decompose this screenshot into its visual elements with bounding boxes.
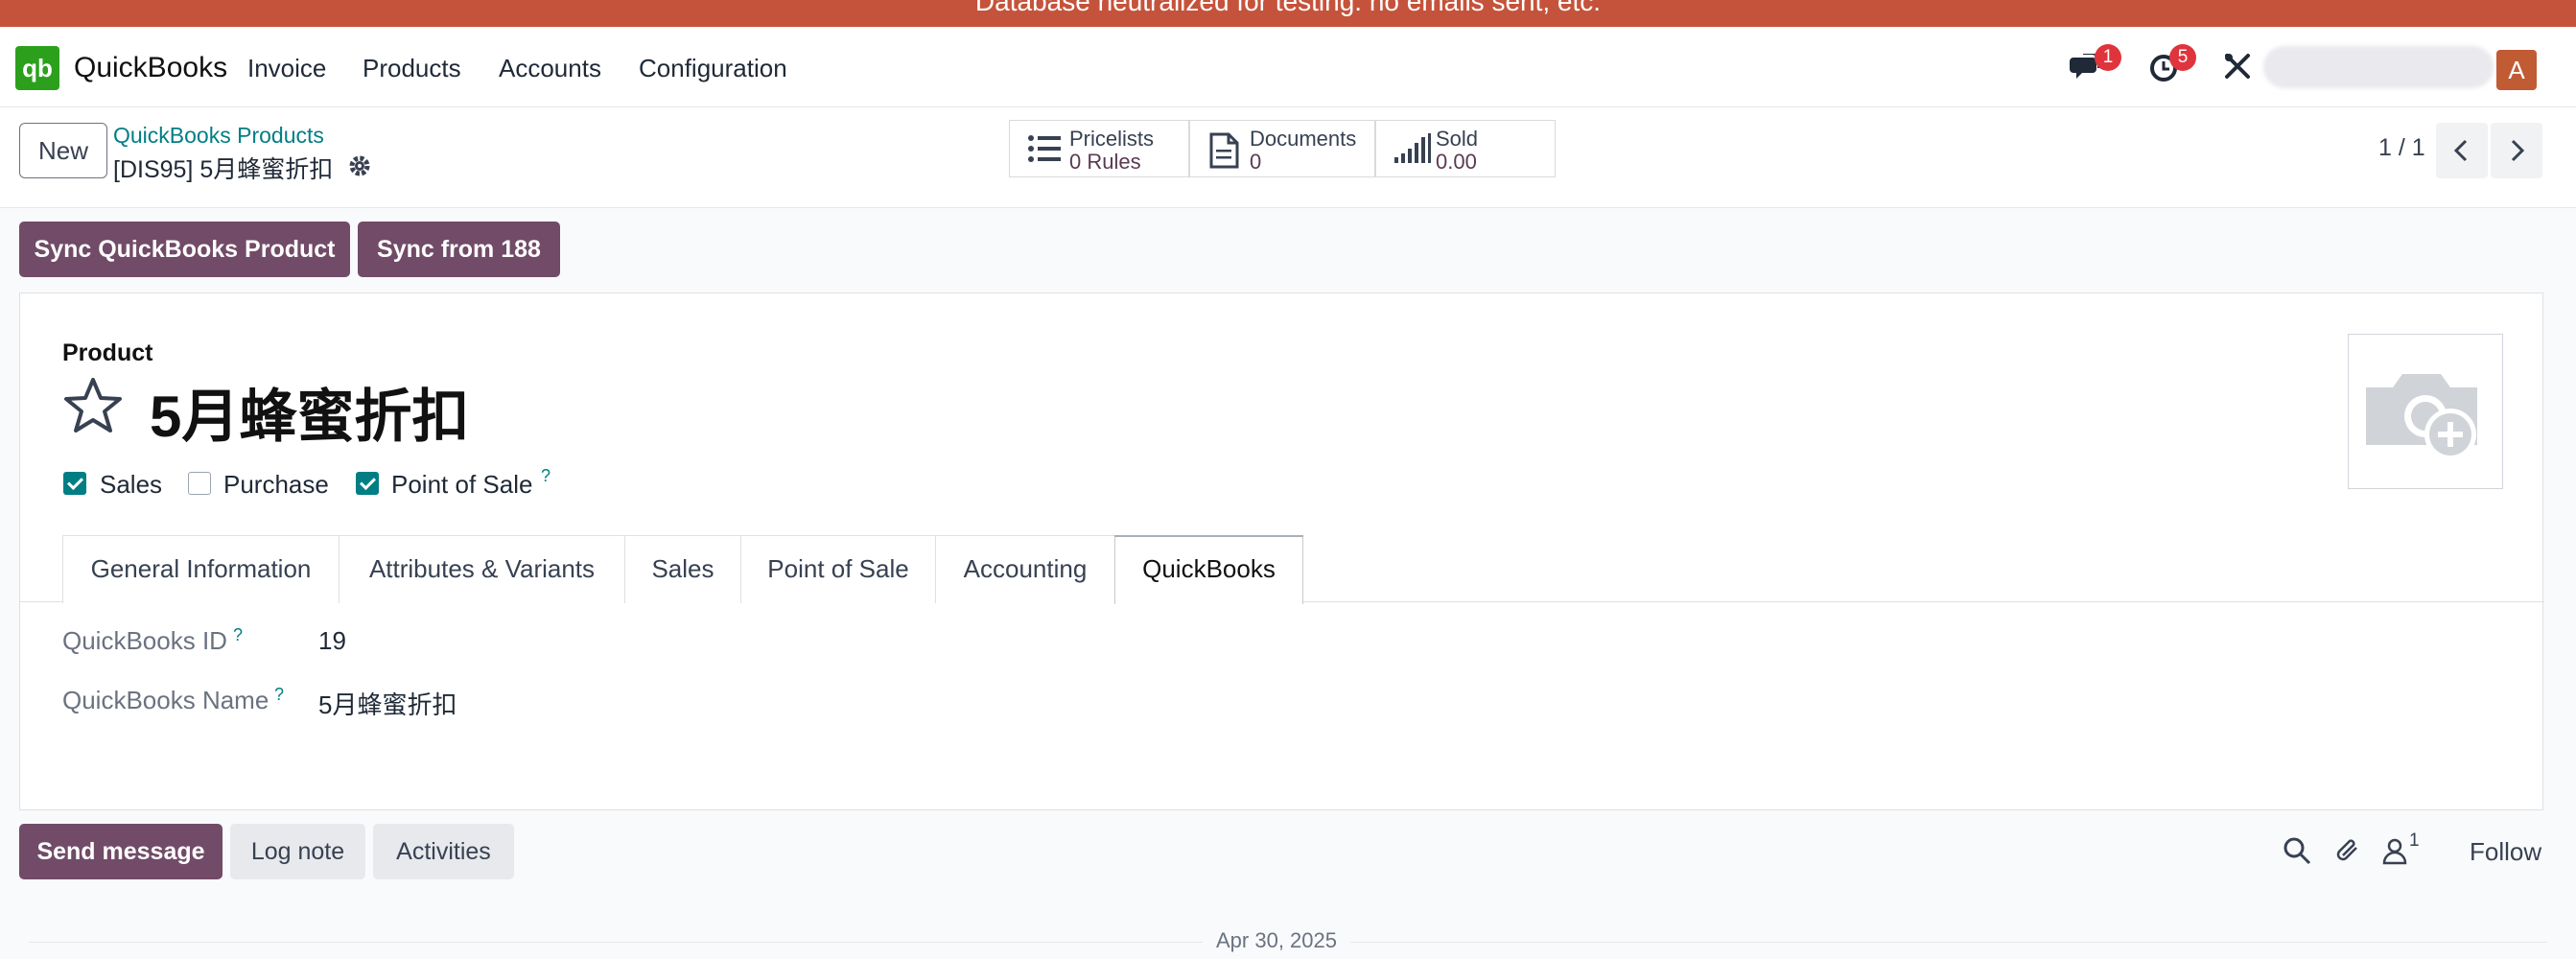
tab-sales[interactable]: Sales bbox=[624, 535, 741, 603]
followers-count: 1 bbox=[2409, 830, 2420, 851]
gear-icon[interactable] bbox=[347, 153, 372, 183]
quickbooks-name-label: QuickBooks Name bbox=[62, 686, 269, 714]
quickbooks-id-help-icon[interactable]: ? bbox=[233, 625, 243, 645]
point-of-sale-checkbox-label: Point of Sale bbox=[391, 470, 533, 499]
pricelists-title: Pricelists bbox=[1069, 127, 1155, 151]
sold-title: Sold bbox=[1436, 127, 1479, 151]
user-menu-blurred[interactable] bbox=[2263, 46, 2494, 88]
signal-bars-icon bbox=[1393, 132, 1432, 170]
purchase-checkbox[interactable] bbox=[188, 472, 211, 495]
tab-general-information[interactable]: General Information bbox=[62, 535, 340, 603]
sync-from-button[interactable]: Sync from 188 bbox=[358, 222, 560, 277]
app-name[interactable]: QuickBooks bbox=[74, 52, 227, 84]
banner-text: Database neutralized for testing: no ema… bbox=[974, 0, 1602, 16]
point-of-sale-help-icon[interactable]: ? bbox=[541, 466, 550, 486]
notebook-tabs: General Information Attributes & Variant… bbox=[20, 529, 2544, 604]
debug-tools-icon[interactable] bbox=[2221, 50, 2254, 87]
tab-accounting[interactable]: Accounting bbox=[935, 535, 1115, 603]
date-separator-text: Apr 30, 2025 bbox=[1203, 928, 1350, 953]
activities-button[interactable]: Activities bbox=[373, 824, 514, 879]
neutralized-banner: Database neutralized for testing: no ema… bbox=[0, 0, 2576, 27]
user-avatar[interactable]: A bbox=[2496, 50, 2537, 90]
product-label: Product bbox=[62, 339, 153, 366]
new-button[interactable]: New bbox=[19, 123, 107, 178]
send-message-button[interactable]: Send message bbox=[19, 824, 222, 879]
smart-button-documents[interactable]: Documents 0 bbox=[1189, 120, 1375, 177]
pricelists-value: 0 Rules bbox=[1069, 150, 1141, 174]
point-of-sale-checkbox[interactable] bbox=[356, 472, 379, 495]
documents-value: 0 bbox=[1250, 150, 1262, 174]
top-navbar: qb QuickBooks Invoice Products Accounts … bbox=[0, 27, 2576, 107]
tab-quickbooks[interactable]: QuickBooks bbox=[1114, 535, 1303, 604]
smart-button-pricelists[interactable]: Pricelists 0 Rules bbox=[1009, 120, 1189, 177]
log-note-button[interactable]: Log note bbox=[230, 824, 365, 879]
activities-badge: 5 bbox=[2169, 44, 2196, 71]
follow-button[interactable]: Follow bbox=[2470, 837, 2541, 867]
purchase-checkbox-label: Purchase bbox=[223, 470, 329, 499]
product-title[interactable]: 5月蜂蜜折扣 bbox=[150, 370, 469, 454]
app-logo[interactable]: qb bbox=[15, 46, 59, 90]
menu-invoice[interactable]: Invoice bbox=[247, 54, 326, 83]
menu-configuration[interactable]: Configuration bbox=[639, 54, 787, 83]
sync-quickbooks-product-button[interactable]: Sync QuickBooks Product bbox=[19, 222, 350, 277]
smart-button-sold[interactable]: Sold 0.00 bbox=[1375, 120, 1556, 177]
pager-next-button[interactable] bbox=[2491, 123, 2542, 178]
document-icon bbox=[1207, 132, 1240, 174]
control-panel: New QuickBooks Products [DIS95] 5月蜂蜜折扣 P… bbox=[0, 107, 2576, 208]
quickbooks-id-value[interactable]: 19 bbox=[318, 626, 346, 656]
product-image-upload[interactable] bbox=[2348, 334, 2503, 489]
followers-icon[interactable] bbox=[2380, 836, 2409, 870]
camera-add-icon bbox=[2366, 374, 2477, 460]
sales-checkbox-label: Sales bbox=[100, 470, 163, 499]
star-icon[interactable] bbox=[62, 376, 124, 440]
sales-checkbox[interactable] bbox=[63, 472, 86, 495]
paperclip-icon[interactable] bbox=[2333, 836, 2362, 870]
pager-previous-button[interactable] bbox=[2436, 123, 2488, 178]
breadcrumb-parent[interactable]: QuickBooks Products bbox=[113, 123, 324, 149]
menu-accounts[interactable]: Accounts bbox=[499, 54, 601, 83]
tab-attributes-variants[interactable]: Attributes & Variants bbox=[339, 535, 625, 603]
documents-title: Documents bbox=[1250, 127, 1357, 151]
tab-point-of-sale[interactable]: Point of Sale bbox=[740, 535, 936, 603]
date-separator: Apr 30, 2025 bbox=[0, 928, 2576, 959]
quickbooks-name-help-icon[interactable]: ? bbox=[274, 685, 284, 705]
form-sheet: Product 5月蜂蜜折扣 Sales Purchase Point of S… bbox=[19, 292, 2544, 810]
search-icon[interactable] bbox=[2283, 836, 2311, 870]
quickbooks-name-value[interactable]: 5月蜂蜜折扣 bbox=[318, 686, 457, 721]
quickbooks-id-label: QuickBooks ID bbox=[62, 626, 227, 655]
menu-products[interactable]: Products bbox=[363, 54, 461, 83]
messages-badge: 1 bbox=[2095, 44, 2121, 71]
breadcrumb-current: [DIS95] 5月蜂蜜折扣 bbox=[113, 156, 334, 183]
sold-value: 0.00 bbox=[1436, 150, 1477, 174]
pager-value[interactable]: 1 / 1 bbox=[2378, 134, 2425, 162]
list-icon bbox=[1027, 132, 1062, 170]
